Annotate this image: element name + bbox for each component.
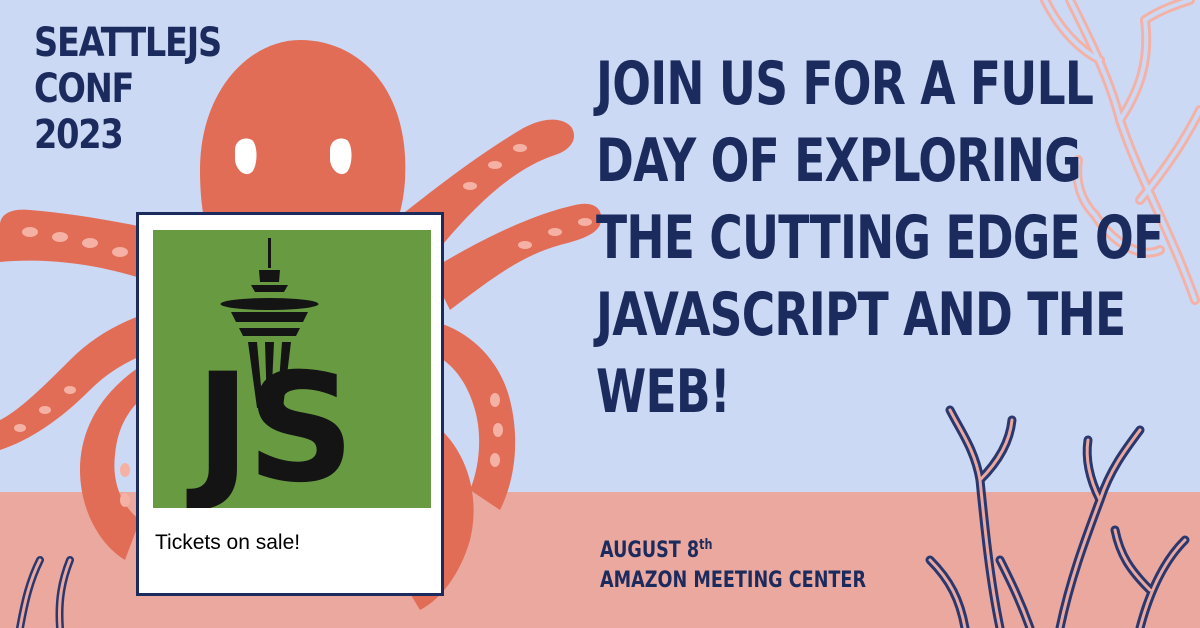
event-title-line: 2023 — [34, 112, 124, 158]
event-date-suffix: th — [699, 537, 713, 553]
headline-line: WEB! — [596, 357, 731, 427]
logo-letters: JS — [186, 342, 351, 508]
headline-line: JAVASCRIPT AND THE — [596, 280, 1126, 350]
promo-banner: SEATTLEJS CONF 2023 JOIN US FOR A FULL D… — [0, 0, 1200, 628]
headline: JOIN US FOR A FULL DAY OF EXPLORING THE … — [596, 46, 1164, 431]
headline-line: DAY OF EXPLORING — [596, 126, 1082, 196]
headline-line: THE CUTTING EDGE OF — [596, 203, 1164, 273]
space-needle-icon: JS — [153, 230, 431, 508]
ticket-card[interactable]: JS Tickets on sale! — [136, 212, 444, 596]
event-title-line: CONF — [34, 66, 135, 112]
event-date: AUGUST 8th — [600, 530, 866, 566]
event-venue: AMAZON MEETING CENTER — [600, 568, 867, 593]
event-date-main: AUGUST 8 — [600, 538, 700, 563]
event-title: SEATTLEJS CONF 2023 — [34, 20, 222, 158]
seattlejs-logo: JS — [153, 230, 431, 508]
headline-line: JOIN US FOR A FULL — [596, 49, 1094, 119]
event-details: AUGUST 8th AMAZON MEETING CENTER — [600, 530, 866, 596]
tickets-on-sale-label[interactable]: Tickets on sale! — [155, 531, 300, 555]
event-title-line: SEATTLEJS — [34, 20, 222, 66]
